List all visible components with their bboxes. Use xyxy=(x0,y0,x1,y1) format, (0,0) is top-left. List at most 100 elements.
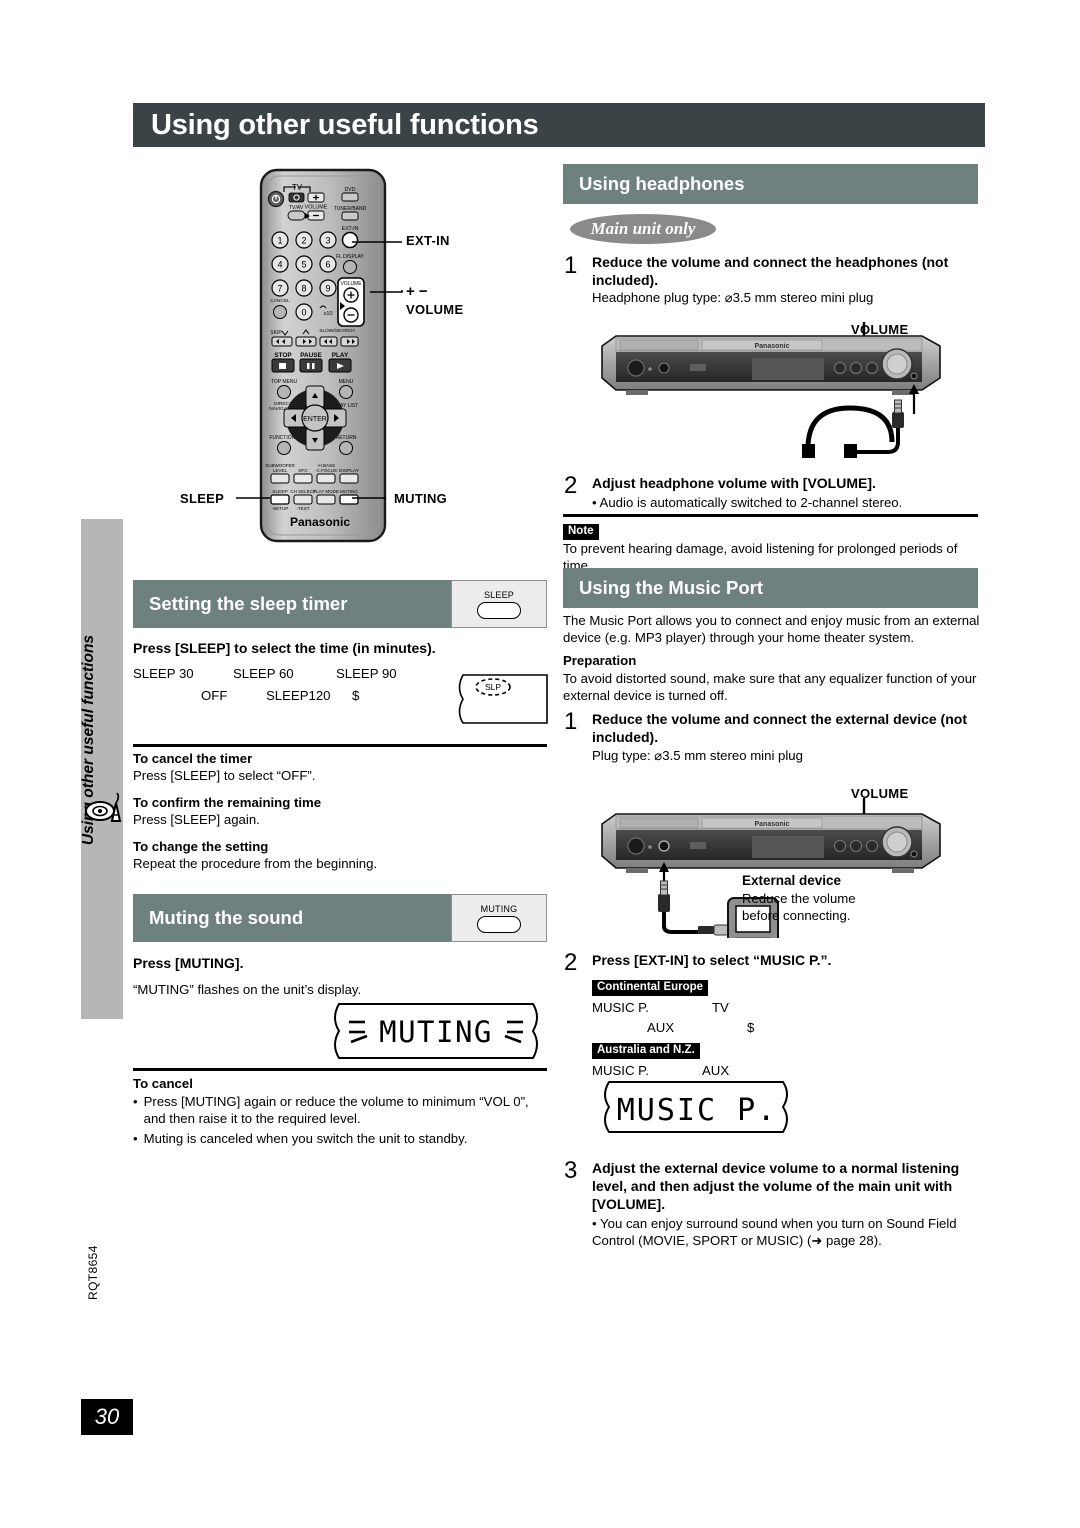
svg-text:6: 6 xyxy=(325,260,330,270)
svg-text:LEVEL: LEVEL xyxy=(273,468,288,473)
svg-text:RETURN: RETURN xyxy=(336,435,357,441)
svg-text:SLP: SLP xyxy=(485,682,501,692)
svg-text:7: 7 xyxy=(277,284,282,294)
disc-antenna-icon xyxy=(85,787,122,827)
svg-text:STOP: STOP xyxy=(274,352,292,359)
muting-body: “MUTING” flashes on the unit’s display. xyxy=(133,982,362,997)
svg-text:-C.FOCUS: -C.FOCUS xyxy=(315,468,337,473)
muting-button-cap xyxy=(477,915,521,933)
sleep-timer-instruction: Press [SLEEP] to select the time (in min… xyxy=(133,640,436,656)
music-port-display-graphic: MUSIC P. xyxy=(597,1078,797,1136)
sleep-seq-2: SLEEP 90 xyxy=(336,666,397,681)
svg-text:8: 8 xyxy=(301,284,306,294)
headphone-diagram-volume-label: VOLUME xyxy=(851,322,909,337)
europe-src-3: $ xyxy=(747,1020,755,1035)
region-badge-europe: Continental Europe xyxy=(592,980,709,996)
list-item: • Muting is canceled when you switch the… xyxy=(133,1130,547,1147)
callout-volume-plusminus: + − xyxy=(406,283,428,300)
svg-text:DVD: DVD xyxy=(345,187,356,193)
document-code: RQT8654 xyxy=(86,1245,100,1300)
sleep-note-body-0: Press [SLEEP] to select “OFF”. xyxy=(133,768,316,783)
music-port-step1-body: Plug type: ⌀3.5 mm stereo mini plug xyxy=(592,748,803,763)
music-port-heading: Using the Music Port xyxy=(579,577,763,598)
headphones-step1-body: Headphone plug type: ⌀3.5 mm stereo mini… xyxy=(592,290,874,305)
step-number: 3 xyxy=(564,1157,578,1184)
svg-text:Panasonic: Panasonic xyxy=(754,343,789,350)
muting-button-graphic: MUTING xyxy=(451,894,547,942)
music-port-step1-title: Reduce the volume and connect the extern… xyxy=(592,711,967,745)
svg-text:9: 9 xyxy=(325,284,330,294)
list-item: • Press [MUTING] again or reduce the vol… xyxy=(133,1093,547,1127)
sleep-note-title-0: To cancel the timer xyxy=(133,751,253,766)
region-block-anz: Australia and N.Z. MUSIC P. AUX xyxy=(592,1040,729,1082)
svg-text:DISPLAY: DISPLAY xyxy=(339,468,360,474)
europe-src-0: MUSIC P. xyxy=(592,1000,649,1015)
headphones-heading: Using headphones xyxy=(579,173,745,194)
manual-page: Using other useful functions Using other… xyxy=(0,0,1080,1528)
sleep-seq-5: $ xyxy=(352,688,360,703)
music-port-step2-title: Press [EXT-IN] to select “MUSIC P.”. xyxy=(592,952,832,968)
external-device-title: External device xyxy=(742,873,842,888)
europe-src-1: TV xyxy=(712,1000,729,1015)
muting-instruction: Press [MUTING]. xyxy=(133,955,244,971)
remote-callout-lines-ext-in xyxy=(352,241,403,293)
note-badge-label: Note xyxy=(563,524,599,540)
sleep-note-body-1: Press [SLEEP] again. xyxy=(133,812,260,827)
muting-cancel-list: • Press [MUTING] again or reduce the vol… xyxy=(133,1093,547,1147)
remote-callout-lines-sleep-muting xyxy=(236,497,386,499)
headphones-step2-body: • Audio is automatically switched to 2-c… xyxy=(592,495,903,510)
sleep-note-title-1: To confirm the remaining time xyxy=(133,795,322,810)
sleep-seq-0: SLEEP 30 xyxy=(133,666,194,681)
svg-text:0: 0 xyxy=(301,308,306,318)
callout-ext-in: EXT-IN xyxy=(406,233,450,248)
europe-src-2: AUX xyxy=(647,1020,675,1035)
region-badge-anz: Australia and N.Z. xyxy=(592,1043,700,1059)
headphones-step2-title: Adjust headphone volume with [VOLUME]. xyxy=(592,475,876,491)
muting-display-graphic: MUTING xyxy=(325,1000,547,1062)
callout-muting: MUTING xyxy=(394,491,448,506)
step-number: 2 xyxy=(564,472,578,499)
sleep-button-label: SLEEP xyxy=(483,589,515,600)
anz-src-0: MUSIC P. xyxy=(592,1063,649,1078)
svg-text:SFC: SFC xyxy=(298,468,308,474)
svg-text:≥10: ≥10 xyxy=(323,311,332,317)
svg-text:Panasonic: Panasonic xyxy=(754,821,789,828)
sidebar-tab: Using other useful functions xyxy=(80,519,123,1019)
page-title-bar: Using other useful functions xyxy=(133,103,985,147)
note-badge: Note xyxy=(563,521,599,540)
sidebar-section-label: Using other useful functions xyxy=(80,634,97,846)
music-port-preparation-body: To avoid distorted sound, make sure that… xyxy=(563,671,977,703)
svg-text:TV: TV xyxy=(292,183,303,192)
region-block-europe: Continental Europe MUSIC P. TV AUX $ xyxy=(592,977,754,1039)
page-title: Using other useful functions xyxy=(151,108,539,141)
svg-text:5: 5 xyxy=(301,260,306,270)
sleep-timer-notes: To cancel the timer Press [SLEEP] to sel… xyxy=(133,750,547,872)
remote-control-illustration: TV VOLUME TV/AV DVD TUNER/BAND EXT-IN FL… xyxy=(258,168,388,543)
muting-cancel-0: Press [MUTING] again or reduce the volum… xyxy=(143,1094,529,1126)
sleep-note-title-2: To change the setting xyxy=(133,839,269,854)
svg-text:SKIP: SKIP xyxy=(270,330,282,336)
divider-sleep xyxy=(133,744,547,747)
svg-text:SLOW/SEARCH: SLOW/SEARCH xyxy=(319,328,355,334)
svg-text:4: 4 xyxy=(277,260,282,270)
svg-text:Panasonic: Panasonic xyxy=(290,515,350,529)
bullet-icon: • xyxy=(133,1131,138,1146)
svg-text:TUNER/BAND: TUNER/BAND xyxy=(334,206,367,212)
device-headphone-diagram: Panasonic xyxy=(592,320,952,470)
svg-text:PAUSE: PAUSE xyxy=(300,352,322,359)
sleep-sequence: SLEEP 30 SLEEP 60 SLEEP 90 OFF SLEEP120 … xyxy=(133,665,433,709)
external-device-body-1: Reduce the volume xyxy=(742,891,856,906)
sleep-timer-heading: Setting the sleep timer xyxy=(149,593,348,614)
sleep-seq-1: SLEEP 60 xyxy=(233,666,294,681)
svg-text:MUTING: MUTING xyxy=(379,1015,493,1049)
section-header-music-port: Using the Music Port xyxy=(563,568,978,608)
main-unit-only-label: Main unit only xyxy=(590,219,696,238)
svg-text:TV/AV: TV/AV xyxy=(289,205,304,211)
main-unit-only-badge: Main unit only xyxy=(570,214,716,244)
svg-text:1: 1 xyxy=(277,236,282,246)
svg-text:3: 3 xyxy=(325,236,330,246)
svg-text:2: 2 xyxy=(301,236,306,246)
muting-cancel-1: Muting is canceled when you switch the u… xyxy=(143,1131,468,1146)
svg-text:ENTER: ENTER xyxy=(303,416,327,423)
muting-heading: Muting the sound xyxy=(149,907,304,928)
